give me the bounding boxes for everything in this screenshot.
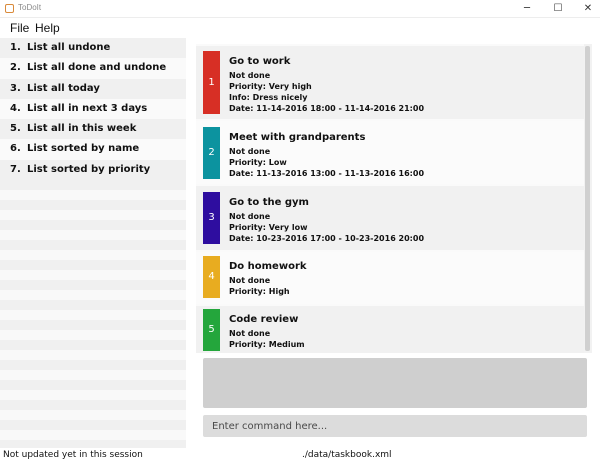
command-list-item[interactable]: 5. List all in this week xyxy=(0,119,186,140)
command-list-item[interactable]: 7. List sorted by priority xyxy=(0,159,186,181)
task-card[interactable]: 2 Meet with grandparents Not done Priority:… xyxy=(196,121,584,184)
scrollbar-thumb[interactable] xyxy=(585,46,590,351)
empty-row xyxy=(0,280,186,291)
task-list-scrollbar[interactable] xyxy=(584,44,592,353)
close-button[interactable]: ✕ xyxy=(573,0,600,18)
save-location: ./data/taskbook.xml xyxy=(302,450,392,460)
command-label: List all undone xyxy=(27,42,111,53)
command-list-item[interactable]: 4. List all in next 3 days xyxy=(0,98,186,120)
command-label: List sorted by name xyxy=(27,143,140,155)
task-status: Not done xyxy=(229,212,271,221)
menu-help[interactable]: Help xyxy=(35,21,60,35)
task-name: Go to the gym xyxy=(229,197,309,208)
empty-row xyxy=(0,270,186,281)
task-date: Date: 11-14-2016 18:00 - 11-14-2016 21:0… xyxy=(229,104,425,113)
task-status: Not done xyxy=(229,147,271,156)
empty-row xyxy=(0,410,186,421)
result-display xyxy=(203,358,587,408)
empty-row xyxy=(0,260,186,271)
task-priority: Priority: Very low xyxy=(229,223,308,232)
empty-row xyxy=(0,440,186,448)
task-name: Go to work xyxy=(229,56,291,67)
command-label: List all in this week xyxy=(27,123,137,135)
task-card[interactable]: 3 Go to the gym Not done Priority: Very low… xyxy=(196,186,584,250)
empty-row xyxy=(0,420,186,431)
command-label: List sorted by priority xyxy=(27,163,151,175)
empty-row xyxy=(0,380,186,391)
command-list-item[interactable]: 6. List sorted by name xyxy=(0,139,186,160)
empty-row xyxy=(0,300,186,311)
empty-row xyxy=(0,330,186,341)
empty-row xyxy=(0,190,186,201)
empty-row xyxy=(0,370,186,381)
empty-row xyxy=(0,430,186,441)
window-title: ToDoIt xyxy=(18,3,42,12)
task-index-badge: 2 xyxy=(203,127,220,179)
task-priority: Priority: Very high xyxy=(229,82,312,91)
command-list-item[interactable]: 1. List all undone xyxy=(0,38,186,59)
command-label: List all today xyxy=(27,82,100,94)
empty-row xyxy=(0,360,186,371)
empty-row xyxy=(0,340,186,351)
task-priority: Priority: High xyxy=(229,287,290,296)
title-bar: ToDoIt ─ ☐ ✕ xyxy=(0,0,600,18)
command-list-empty-rows xyxy=(0,180,186,448)
empty-row xyxy=(0,220,186,231)
task-status: Not done xyxy=(229,329,271,338)
task-index-badge: 1 xyxy=(203,51,220,114)
command-number: 7. xyxy=(10,163,21,175)
empty-row xyxy=(0,210,186,221)
task-name: Meet with grandparents xyxy=(229,132,366,143)
task-name: Code review xyxy=(229,314,299,325)
empty-row xyxy=(0,240,186,251)
task-index-badge: 3 xyxy=(203,192,220,244)
empty-row xyxy=(0,320,186,331)
command-number: 4. xyxy=(10,102,21,114)
task-status: Not done xyxy=(229,71,271,80)
command-input[interactable] xyxy=(203,415,587,437)
empty-row xyxy=(0,310,186,321)
empty-row xyxy=(0,350,186,361)
command-list-panel: 1. List all undone 2. List all done and und… xyxy=(0,38,186,448)
empty-row xyxy=(0,400,186,411)
minimize-button[interactable]: ─ xyxy=(512,0,542,18)
menu-file[interactable]: File xyxy=(10,21,29,35)
empty-row xyxy=(0,290,186,301)
task-priority: Priority: Medium xyxy=(229,340,305,349)
command-number: 5. xyxy=(10,123,21,135)
maximize-button[interactable]: ☐ xyxy=(543,0,573,18)
task-date: Date: 10-23-2016 17:00 - 10-23-2016 20:0… xyxy=(229,234,425,243)
task-list-panel[interactable]: 1 Go to work Not done Priority: Very high In… xyxy=(196,44,592,353)
command-list-item[interactable]: 3. List all today xyxy=(0,78,186,99)
sync-status: Not updated yet in this session xyxy=(3,450,143,460)
task-card[interactable]: 5 Code review Not done Priority: Medium xyxy=(196,306,584,353)
task-name: Do homework xyxy=(229,261,307,272)
empty-row xyxy=(0,180,186,191)
task-info: Info: Dress nicely xyxy=(229,93,308,102)
task-card[interactable]: 4 Do homework Not done Priority: High xyxy=(196,252,584,304)
command-label: List all done and undone xyxy=(27,62,167,74)
status-bar: Not updated yet in this session ./data/t… xyxy=(0,448,600,464)
command-number: 2. xyxy=(10,62,21,74)
task-index-badge: 5 xyxy=(203,309,220,351)
empty-row xyxy=(0,250,186,261)
task-index-badge: 4 xyxy=(203,256,220,298)
empty-row xyxy=(0,390,186,401)
app-icon xyxy=(5,4,14,13)
command-label: List all in next 3 days xyxy=(27,102,148,114)
menu-bar: File Help xyxy=(0,18,600,38)
empty-row xyxy=(0,200,186,211)
command-number: 3. xyxy=(10,82,21,94)
task-card[interactable]: 1 Go to work Not done Priority: Very high In… xyxy=(196,46,584,119)
empty-row xyxy=(0,230,186,241)
command-list-item[interactable]: 2. List all done and undone xyxy=(0,58,186,79)
command-number: 1. xyxy=(10,42,21,53)
task-date: Date: 11-13-2016 13:00 - 11-13-2016 16:0… xyxy=(229,169,425,178)
task-status: Not done xyxy=(229,276,271,285)
command-number: 6. xyxy=(10,143,21,155)
task-priority: Priority: Low xyxy=(229,158,287,167)
command-list: 1. List all undone 2. List all done and und… xyxy=(0,38,186,181)
